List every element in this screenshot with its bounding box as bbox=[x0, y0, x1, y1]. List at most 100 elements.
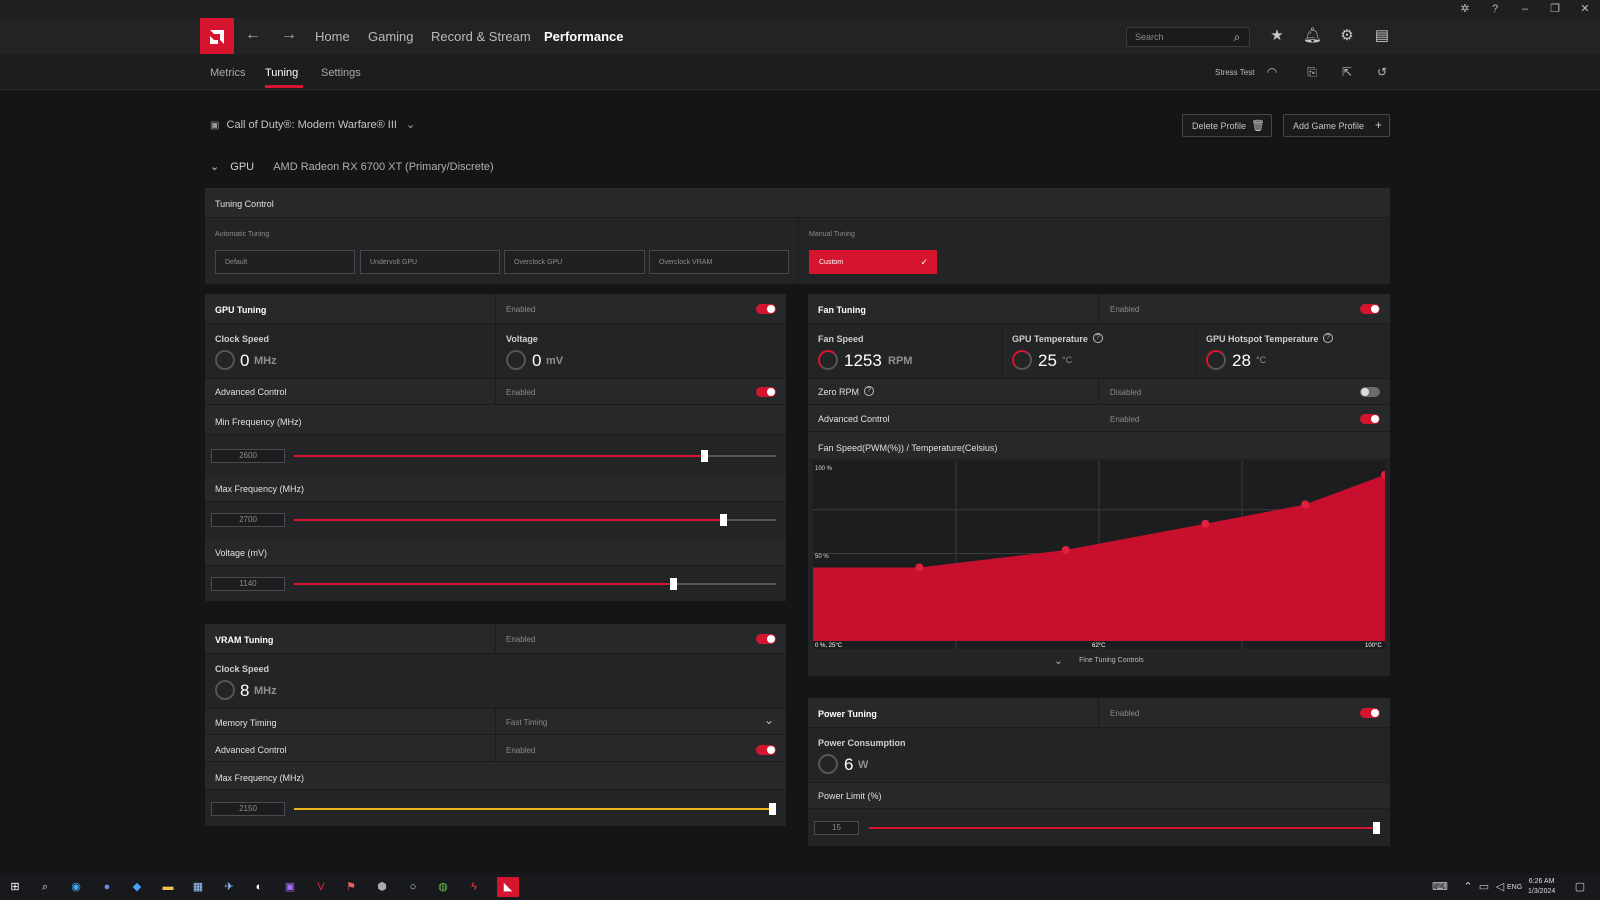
app-icon[interactable]: ⬢ bbox=[374, 879, 390, 895]
gpu-advanced-control-label: Advanced Control bbox=[215, 387, 287, 397]
window-title-bar bbox=[0, 0, 1600, 18]
default-tuning-button[interactable]: Default bbox=[215, 250, 355, 274]
notification-bell-icon[interactable]: 🔔︎ bbox=[1303, 27, 1322, 45]
gpu-advanced-control-toggle[interactable] bbox=[756, 387, 776, 397]
fan-advanced-control-label: Advanced Control bbox=[818, 414, 890, 424]
nav-gaming[interactable]: Gaming bbox=[368, 29, 414, 44]
overclock-gpu-button[interactable]: Overclock GPU bbox=[504, 250, 645, 274]
forward-arrow-icon[interactable]: → bbox=[281, 26, 297, 44]
gpu-hotspot-value: 28 bbox=[1232, 351, 1251, 370]
gpu-temperature-label: GPU Temperature bbox=[1012, 334, 1088, 344]
voltage-mv-input[interactable]: 1140 bbox=[211, 577, 285, 591]
close-icon[interactable]: ✕ bbox=[1578, 2, 1592, 16]
app-icon[interactable]: ◍ bbox=[435, 879, 451, 895]
import-icon[interactable]: ⎘ bbox=[1304, 64, 1320, 80]
amd-logo[interactable] bbox=[200, 18, 234, 54]
search-icon[interactable]: ⌕ bbox=[37, 879, 53, 895]
max-frequency-input[interactable]: 2700 bbox=[211, 513, 285, 527]
game-profile-select[interactable]: ▣ Call of Duty®: Modern Warfare® III ⌄ bbox=[210, 118, 415, 131]
power-consumption-gauge bbox=[818, 754, 838, 774]
app-icon[interactable]: ϟ bbox=[466, 879, 482, 895]
steam-icon[interactable]: ✈ bbox=[221, 879, 237, 895]
gpu-name: AMD Radeon RX 6700 XT (Primary/Discrete) bbox=[273, 161, 494, 173]
zero-rpm-toggle[interactable] bbox=[1360, 387, 1380, 397]
help-icon[interactable]: ? bbox=[1488, 2, 1502, 16]
fan-curve-chart[interactable]: 100 % 50 % 0 %, 25°C 62°C 100°C bbox=[813, 461, 1385, 649]
delete-profile-button[interactable]: Delete Profile 🗑︎ bbox=[1182, 114, 1272, 137]
restore-icon[interactable]: ❐ bbox=[1548, 2, 1562, 16]
app-icon[interactable]: ◐ bbox=[251, 879, 267, 895]
min-frequency-input[interactable]: 2600 bbox=[211, 449, 285, 463]
vram-max-frequency-input[interactable]: 2150 bbox=[211, 802, 285, 816]
fan-curve-point[interactable] bbox=[1061, 546, 1070, 554]
export-icon[interactable]: ⇱ bbox=[1339, 64, 1355, 80]
sidebar-toggle-icon[interactable]: ▤ bbox=[1373, 27, 1391, 45]
fan-curve-point[interactable] bbox=[1301, 500, 1310, 509]
volume-icon[interactable]: ◁ bbox=[1492, 879, 1508, 895]
discord-icon[interactable]: ● bbox=[99, 879, 115, 895]
tuning-control-header bbox=[205, 188, 1390, 218]
tab-settings[interactable]: Settings bbox=[321, 67, 361, 79]
fan-speed-label: Fan Speed bbox=[818, 334, 864, 344]
chevron-up-icon[interactable]: ⌃ bbox=[1460, 879, 1476, 895]
language-indicator[interactable]: ENG bbox=[1507, 884, 1522, 891]
add-game-profile-button[interactable]: Add Game Profile + bbox=[1283, 114, 1390, 137]
help-circle-icon[interactable]: ? bbox=[1323, 333, 1333, 343]
back-arrow-icon[interactable]: ← bbox=[245, 26, 261, 44]
gpu-temperature-value: 25 bbox=[1038, 351, 1057, 370]
notification-center-icon[interactable]: ▢ bbox=[1572, 879, 1588, 895]
vram-max-frequency-slider-thumb[interactable] bbox=[769, 803, 776, 815]
help-circle-icon[interactable]: ? bbox=[1093, 333, 1103, 343]
tab-tuning[interactable]: Tuning bbox=[265, 67, 298, 79]
settings-gear-icon[interactable]: ⚙ bbox=[1338, 27, 1356, 45]
undervolt-gpu-button[interactable]: Undervolt GPU bbox=[360, 250, 500, 274]
nav-record-stream[interactable]: Record & Stream bbox=[431, 29, 531, 44]
fan-curve-point[interactable] bbox=[915, 563, 924, 572]
vram-advanced-control-toggle[interactable] bbox=[756, 745, 776, 755]
gpu-tuning-title: GPU Tuning bbox=[215, 305, 267, 315]
favorites-star-icon[interactable]: ★ bbox=[1268, 27, 1286, 45]
nav-home[interactable]: Home bbox=[315, 29, 350, 44]
stress-test-gauge-icon[interactable]: ◠ bbox=[1264, 64, 1280, 80]
tuning-control-title: Tuning Control bbox=[215, 199, 274, 209]
power-tuning-toggle[interactable] bbox=[1360, 708, 1380, 718]
reset-icon[interactable]: ↺ bbox=[1374, 64, 1390, 80]
bug-report-icon[interactable]: ✲ bbox=[1458, 2, 1472, 16]
overclock-vram-button[interactable]: Overclock VRAM bbox=[649, 250, 789, 274]
file-explorer-icon[interactable]: ▬ bbox=[160, 879, 176, 895]
edge-browser-icon[interactable]: ◉ bbox=[68, 879, 84, 895]
clock[interactable]: 6:26 AM 1/3/2024 bbox=[1528, 877, 1555, 897]
custom-tuning-button[interactable]: Custom ✓ bbox=[809, 250, 937, 274]
app-icon[interactable]: ◆ bbox=[129, 879, 145, 895]
microsoft-store-icon[interactable]: ▦ bbox=[190, 879, 206, 895]
tab-metrics[interactable]: Metrics bbox=[210, 67, 245, 79]
network-icon[interactable]: ▭ bbox=[1476, 879, 1492, 895]
search-icon[interactable]: ⌕ bbox=[1228, 28, 1246, 46]
fine-tuning-label: Fine Tuning Controls bbox=[1079, 657, 1144, 664]
min-frequency-slider-thumb[interactable] bbox=[701, 450, 708, 462]
help-circle-icon[interactable]: ? bbox=[864, 386, 874, 396]
minimize-icon[interactable]: – bbox=[1518, 2, 1532, 16]
vram-tuning-toggle[interactable] bbox=[756, 634, 776, 644]
power-limit-slider-thumb[interactable] bbox=[1373, 822, 1380, 834]
gpu-tuning-toggle[interactable] bbox=[756, 304, 776, 314]
max-frequency-slider-thumb[interactable] bbox=[720, 514, 727, 526]
fan-speed-gauge bbox=[818, 350, 838, 370]
app-icon[interactable]: ○ bbox=[405, 879, 421, 895]
nav-performance[interactable]: Performance bbox=[544, 29, 623, 44]
app-icon[interactable]: ⚑ bbox=[343, 879, 359, 895]
keyboard-icon[interactable]: ⌨ bbox=[1432, 879, 1448, 895]
fan-tuning-toggle[interactable] bbox=[1360, 304, 1380, 314]
fine-tuning-controls-toggle[interactable]: ⌄ Fine Tuning Controls bbox=[808, 651, 1390, 671]
app-icon[interactable]: ▣ bbox=[282, 879, 298, 895]
gpu-section-toggle[interactable]: ⌄ GPU AMD Radeon RX 6700 XT (Primary/Dis… bbox=[210, 160, 494, 173]
divider bbox=[1098, 294, 1099, 324]
power-limit-input[interactable]: 15 bbox=[814, 821, 859, 835]
app-icon[interactable]: V bbox=[313, 879, 329, 895]
amd-software-taskbar-icon[interactable]: ◣ bbox=[497, 877, 519, 897]
start-windows-icon[interactable]: ⊞ bbox=[7, 879, 23, 895]
memory-timing-select[interactable]: Fast Timing ⌄ bbox=[496, 709, 786, 735]
fan-advanced-control-toggle[interactable] bbox=[1360, 414, 1380, 424]
voltage-mv-slider-thumb[interactable] bbox=[670, 578, 677, 590]
fan-curve-point[interactable] bbox=[1201, 519, 1210, 528]
